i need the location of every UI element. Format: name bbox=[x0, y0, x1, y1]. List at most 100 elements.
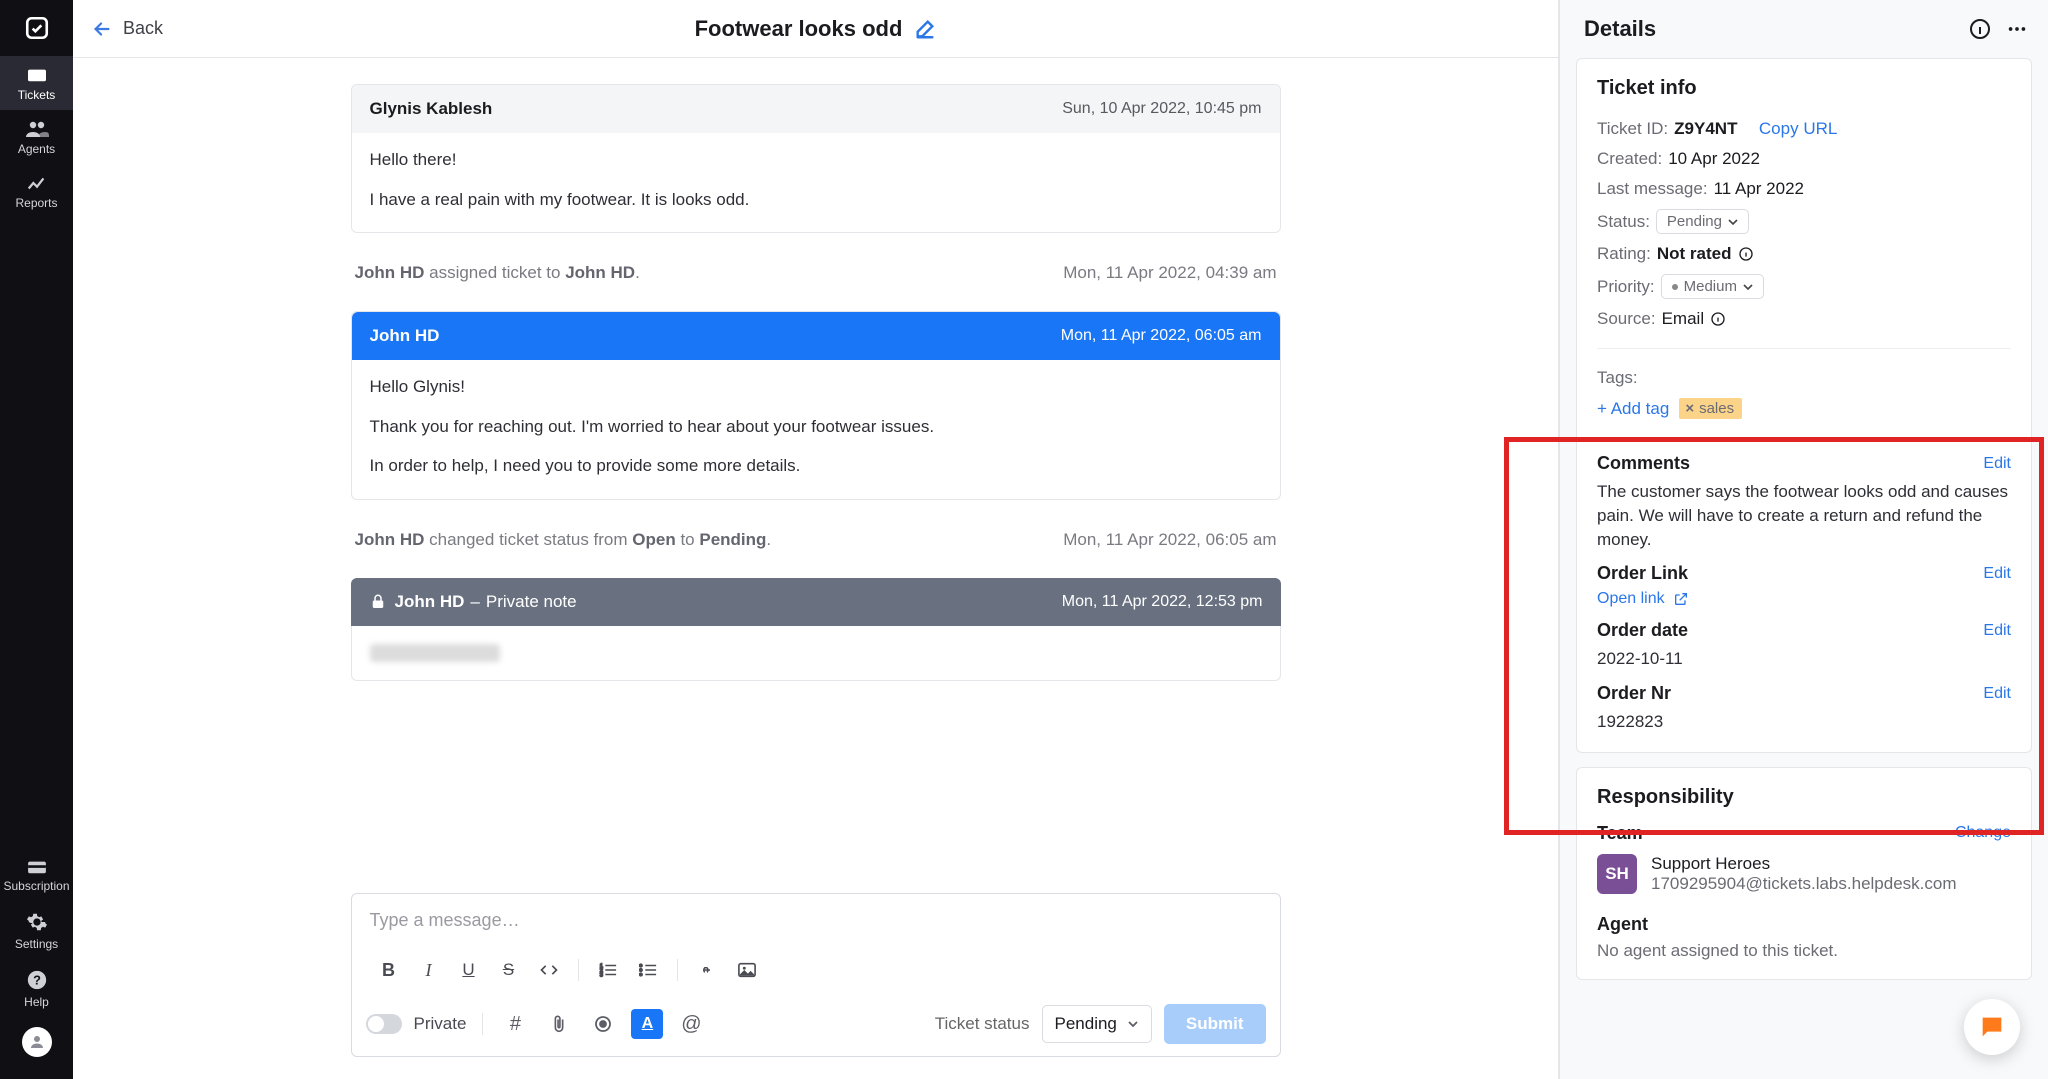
hash-icon[interactable]: # bbox=[499, 1009, 531, 1039]
nav-tickets[interactable]: Tickets bbox=[0, 56, 73, 110]
info-icon[interactable] bbox=[1968, 17, 1992, 41]
strikethrough-icon[interactable]: S bbox=[490, 954, 528, 986]
team-label: Team bbox=[1597, 823, 1643, 844]
message-sender: John HD bbox=[370, 326, 440, 346]
order-nr-label: Order Nr bbox=[1597, 683, 1671, 704]
bold-icon[interactable]: B bbox=[370, 954, 408, 986]
tag-chip[interactable]: ×sales bbox=[1679, 398, 1742, 419]
responsibility-title: Responsibility bbox=[1597, 786, 2011, 809]
edit-title-icon[interactable] bbox=[914, 18, 936, 40]
comments-label: Comments bbox=[1597, 453, 1690, 474]
nav-label: Reports bbox=[15, 196, 57, 210]
message-text: I have a real pain with my footwear. It … bbox=[370, 187, 1262, 213]
nav-settings[interactable]: Settings bbox=[0, 901, 73, 959]
team-avatar: SH bbox=[1597, 854, 1637, 894]
record-icon[interactable] bbox=[587, 1009, 619, 1039]
change-team-link[interactable]: Change bbox=[1955, 824, 2011, 842]
svg-text:3: 3 bbox=[599, 972, 602, 978]
activity-log: John HD assigned ticket to John HD. Mon,… bbox=[351, 257, 1281, 311]
details-panel: Details Ticket info Ticket ID: Z9Y4NT Co… bbox=[1559, 0, 2048, 1079]
submit-button[interactable]: Submit bbox=[1164, 1004, 1266, 1044]
log-text: assigned ticket to bbox=[424, 263, 565, 282]
message-sender: Glynis Kablesh bbox=[370, 99, 493, 119]
log-actor: John HD bbox=[355, 263, 425, 282]
order-date-value: 2022-10-11 bbox=[1597, 647, 2011, 671]
copy-url-link[interactable]: Copy URL bbox=[1759, 119, 1837, 139]
more-icon[interactable] bbox=[2006, 18, 2028, 40]
order-link-label: Order Link bbox=[1597, 563, 1688, 584]
message-input[interactable]: Type a message… bbox=[352, 894, 1280, 950]
ticket-info-title: Ticket info bbox=[1597, 77, 2011, 100]
responsibility-card: Responsibility Team Change SH Support He… bbox=[1576, 767, 2032, 980]
nav-label: Settings bbox=[15, 937, 58, 951]
private-toggle[interactable] bbox=[366, 1014, 402, 1034]
add-tag-link[interactable]: + Add tag bbox=[1597, 399, 1669, 419]
nav-label: Subscription bbox=[3, 879, 69, 893]
created-date: 10 Apr 2022 bbox=[1668, 149, 1760, 169]
tags-label: Tags: bbox=[1597, 368, 1638, 388]
priority-pill[interactable]: Medium bbox=[1661, 274, 1764, 299]
nav-agents[interactable]: Agents bbox=[0, 110, 73, 164]
underline-icon[interactable]: U bbox=[450, 954, 488, 986]
message-text: Hello there! bbox=[370, 147, 1262, 173]
caret-down-icon bbox=[1728, 217, 1738, 227]
last-message-date: 11 Apr 2022 bbox=[1714, 179, 1804, 199]
chat-fab[interactable] bbox=[1964, 999, 2020, 1055]
app-logo[interactable] bbox=[0, 0, 73, 56]
mention-icon[interactable]: @ bbox=[675, 1009, 707, 1039]
rating-value: Not rated bbox=[1657, 244, 1732, 264]
nav-profile[interactable] bbox=[0, 1017, 73, 1065]
italic-icon[interactable]: I bbox=[410, 954, 448, 986]
text-color-icon[interactable]: A bbox=[631, 1009, 663, 1039]
message-card: Glynis Kablesh Sun, 10 Apr 2022, 10:45 p… bbox=[351, 84, 1281, 233]
edit-order-link[interactable]: Edit bbox=[1983, 565, 2011, 583]
info-small-icon[interactable] bbox=[1738, 246, 1754, 262]
log-timestamp: Mon, 11 Apr 2022, 04:39 am bbox=[1063, 263, 1276, 283]
source-value: Email bbox=[1662, 309, 1705, 329]
message-sender: John HD bbox=[395, 592, 465, 612]
edit-comments-link[interactable]: Edit bbox=[1983, 455, 2011, 473]
edit-order-date[interactable]: Edit bbox=[1983, 622, 2011, 640]
nav-label: Tickets bbox=[18, 88, 56, 102]
ticket-title: Footwear looks odd bbox=[695, 16, 903, 42]
message-timestamp: Mon, 11 Apr 2022, 12:53 pm bbox=[1062, 593, 1263, 611]
nav-subscription[interactable]: Subscription bbox=[0, 849, 73, 901]
nav-label: Agents bbox=[18, 142, 55, 156]
caret-down-icon bbox=[1743, 282, 1753, 292]
back-button[interactable]: Back bbox=[91, 18, 163, 40]
info-small-icon[interactable] bbox=[1710, 311, 1726, 327]
external-link-icon bbox=[1673, 591, 1689, 607]
message-text: Thank you for reaching out. I'm worried … bbox=[370, 414, 1262, 440]
message-composer: Type a message… B I U S 123 Private bbox=[351, 893, 1281, 1057]
details-title: Details bbox=[1584, 16, 1656, 42]
link-icon[interactable] bbox=[688, 954, 726, 986]
attachment-icon[interactable] bbox=[543, 1009, 575, 1039]
numbered-list-icon[interactable]: 123 bbox=[589, 954, 627, 986]
log-target: John HD bbox=[565, 263, 635, 282]
log-to: Pending bbox=[699, 530, 766, 549]
team-email: 1709295904@tickets.labs.helpdesk.com bbox=[1651, 874, 1957, 894]
private-label: Private bbox=[414, 1014, 467, 1034]
remove-tag-icon[interactable]: × bbox=[1685, 400, 1694, 417]
lock-icon bbox=[369, 593, 387, 611]
log-timestamp: Mon, 11 Apr 2022, 06:05 am bbox=[1063, 530, 1276, 550]
edit-order-nr[interactable]: Edit bbox=[1983, 685, 2011, 703]
ticket-status-dropdown[interactable]: Pending bbox=[1042, 1005, 1152, 1043]
log-from: Open bbox=[632, 530, 675, 549]
svg-text:?: ? bbox=[33, 973, 41, 988]
bullet-list-icon[interactable] bbox=[629, 954, 667, 986]
open-order-link[interactable]: Open link bbox=[1597, 590, 2011, 608]
image-icon[interactable] bbox=[728, 954, 766, 986]
agent-label: Agent bbox=[1597, 914, 2011, 935]
nav-reports[interactable]: Reports bbox=[0, 164, 73, 218]
private-note-card: John HD – Private note Mon, 11 Apr 2022,… bbox=[351, 578, 1281, 681]
activity-log: John HD changed ticket status from Open … bbox=[351, 524, 1281, 578]
code-icon[interactable] bbox=[530, 954, 568, 986]
nav-help[interactable]: ? Help bbox=[0, 959, 73, 1017]
message-timestamp: Mon, 11 Apr 2022, 06:05 am bbox=[1061, 327, 1262, 345]
message-card: John HD Mon, 11 Apr 2022, 06:05 am Hello… bbox=[351, 311, 1281, 500]
status-pill[interactable]: Pending bbox=[1656, 209, 1749, 234]
left-nav: Tickets Agents Reports Subscription Sett… bbox=[0, 0, 73, 1079]
chevron-down-icon bbox=[1127, 1018, 1139, 1030]
order-date-label: Order date bbox=[1597, 620, 1688, 641]
